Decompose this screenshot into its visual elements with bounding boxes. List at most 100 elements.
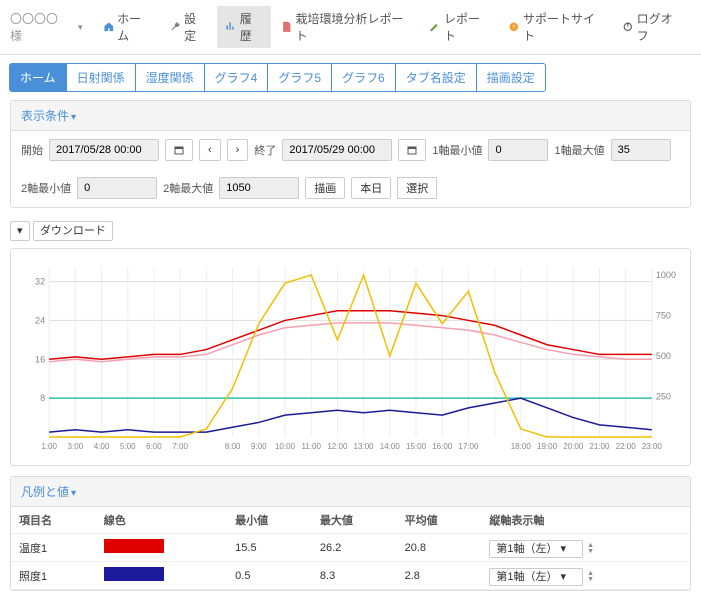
svg-text:3:00: 3:00	[68, 442, 84, 451]
svg-text:4:00: 4:00	[94, 442, 110, 451]
download-row: ▾ ダウンロード	[0, 216, 701, 244]
svg-text:750: 750	[656, 311, 671, 321]
svg-text:20:00: 20:00	[563, 442, 584, 451]
nav-home[interactable]: ホーム	[95, 6, 160, 48]
legend-table: 項目名 線色 最小値 最大値 平均値 縦軸表示軸 温度115.526.220.8…	[11, 507, 690, 590]
svg-text:18:00: 18:00	[511, 442, 532, 451]
color-swatch	[104, 567, 164, 581]
download-caret-button[interactable]: ▾	[10, 221, 30, 241]
col-axis: 縦軸表示軸	[481, 507, 690, 534]
sort-icon[interactable]: ▲▼	[587, 543, 594, 555]
col-max: 最大値	[312, 507, 397, 534]
pencil-icon	[429, 21, 441, 33]
today-button[interactable]: 本日	[351, 177, 391, 199]
table-row: 温度115.526.220.8第1軸（左） ▾▲▼	[11, 534, 690, 562]
legend-panel: 凡例と値 項目名 線色 最小値 最大値 平均値 縦軸表示軸 温度115.526.…	[10, 476, 691, 591]
legend-header[interactable]: 凡例と値	[11, 477, 690, 507]
end-input[interactable]	[282, 139, 392, 161]
start-label: 開始	[21, 142, 43, 158]
col-color: 線色	[96, 507, 227, 534]
nav-env-report[interactable]: 栽培環境分析レポート	[273, 6, 420, 48]
prev-button[interactable]: ‹	[199, 139, 221, 161]
svg-text:5:00: 5:00	[120, 442, 136, 451]
nav-support[interactable]: ?サポートサイト	[500, 6, 612, 48]
svg-text:19:00: 19:00	[537, 442, 558, 451]
download-button[interactable]: ダウンロード	[33, 221, 113, 241]
next-button[interactable]: ›	[227, 139, 249, 161]
start-input[interactable]	[49, 139, 159, 161]
svg-text:1:00: 1:00	[41, 442, 57, 451]
calendar-button-2[interactable]	[398, 139, 426, 161]
conditions-header[interactable]: 表示条件	[11, 101, 690, 131]
svg-text:500: 500	[656, 351, 671, 361]
logoff-icon	[622, 21, 634, 33]
svg-text:6:00: 6:00	[146, 442, 162, 451]
svg-text:22:00: 22:00	[616, 442, 637, 451]
y1max-input[interactable]	[611, 139, 671, 161]
col-name: 項目名	[11, 507, 96, 534]
tab-7[interactable]: 描画設定	[476, 63, 546, 92]
svg-text:17:00: 17:00	[458, 442, 479, 451]
y2min-label: 2軸最小値	[21, 180, 71, 196]
calendar-button[interactable]	[165, 139, 193, 161]
tab-4[interactable]: グラフ5	[267, 63, 332, 92]
svg-text:10:00: 10:00	[275, 442, 296, 451]
axis-select[interactable]: 第1軸（左） ▾	[489, 540, 583, 558]
svg-text:32: 32	[35, 277, 45, 287]
wrench-icon	[170, 21, 182, 33]
help-icon: ?	[508, 21, 520, 33]
color-swatch	[104, 539, 164, 553]
col-min: 最小値	[227, 507, 312, 534]
svg-text:14:00: 14:00	[380, 442, 401, 451]
chart-icon	[225, 21, 237, 33]
nav-logoff[interactable]: ログオフ	[614, 6, 691, 48]
user-dropdown-caret[interactable]: ▾	[78, 22, 83, 33]
nav-settings[interactable]: 設定	[162, 6, 216, 48]
tab-0[interactable]: ホーム	[9, 63, 67, 92]
y1min-label: 1軸最小値	[432, 142, 482, 158]
svg-text:9:00: 9:00	[251, 442, 267, 451]
y1min-input[interactable]	[488, 139, 548, 161]
y1max-label: 1軸最大値	[554, 142, 604, 158]
svg-text:8:00: 8:00	[225, 442, 241, 451]
svg-text:1000: 1000	[656, 270, 676, 280]
end-label: 終了	[254, 142, 276, 158]
y2max-input[interactable]	[219, 177, 299, 199]
nav-history[interactable]: 履歴	[217, 6, 271, 48]
svg-text:15:00: 15:00	[406, 442, 427, 451]
chart-container: 8 16 24 32 250 500 750 1000 1:00 3:00 4:00 5:00 6:00…	[10, 248, 691, 466]
home-icon	[103, 21, 115, 33]
select-button[interactable]: 選択	[397, 177, 437, 199]
tab-5[interactable]: グラフ6	[331, 63, 396, 92]
sub-tabs: ホーム日射関係湿度関係グラフ4グラフ5グラフ6タブ名設定描画設定	[0, 55, 701, 92]
col-avg: 平均値	[397, 507, 482, 534]
line-chart[interactable]: 8 16 24 32 250 500 750 1000 1:00 3:00 4:00 5:00 6:00…	[19, 257, 682, 457]
svg-text:16: 16	[35, 354, 45, 364]
tab-6[interactable]: タブ名設定	[395, 63, 477, 92]
svg-text:16:00: 16:00	[432, 442, 453, 451]
svg-text:8: 8	[40, 393, 45, 403]
axis-select[interactable]: 第1軸（左） ▾	[489, 568, 583, 586]
sort-icon[interactable]: ▲▼	[587, 571, 594, 583]
svg-text:7:00: 7:00	[172, 442, 188, 451]
table-row: 照度10.58.32.8第1軸（左） ▾▲▼	[11, 562, 690, 590]
svg-text:?: ?	[513, 25, 516, 31]
svg-text:12:00: 12:00	[327, 442, 348, 451]
document-icon	[281, 21, 293, 33]
svg-text:24: 24	[35, 315, 45, 325]
conditions-panel: 表示条件 開始 ‹ › 終了 1軸最小値 1軸最大値 2軸最小値 2軸最大値 描…	[10, 100, 691, 208]
svg-text:250: 250	[656, 392, 671, 402]
tab-2[interactable]: 湿度関係	[135, 63, 205, 92]
svg-text:21:00: 21:00	[589, 442, 610, 451]
svg-text:11:00: 11:00	[301, 442, 321, 451]
top-navbar: 〇〇〇〇様 ▾ ホーム 設定 履歴 栽培環境分析レポート レポート ?サポートサ…	[0, 0, 701, 55]
y2max-label: 2軸最大値	[163, 180, 213, 196]
tab-3[interactable]: グラフ4	[204, 63, 269, 92]
draw-button[interactable]: 描画	[305, 177, 345, 199]
nav-report[interactable]: レポート	[421, 6, 498, 48]
tab-1[interactable]: 日射関係	[66, 63, 136, 92]
svg-text:13:00: 13:00	[354, 442, 375, 451]
svg-text:23:00: 23:00	[642, 442, 663, 451]
user-label: 〇〇〇〇様	[10, 10, 68, 44]
y2min-input[interactable]	[77, 177, 157, 199]
